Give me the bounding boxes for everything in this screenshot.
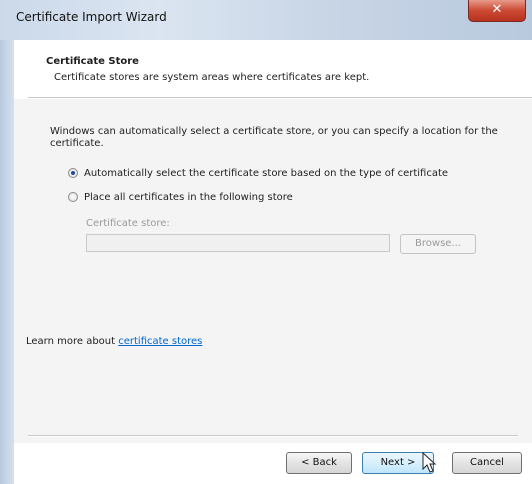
certificate-stores-link[interactable]: certificate stores — [118, 336, 202, 347]
footer-divider — [28, 435, 518, 437]
certificate-store-label: Certificate store: — [86, 218, 170, 229]
window-title: Certificate Import Wizard — [16, 10, 167, 24]
close-icon: ✕ — [491, 2, 503, 17]
cancel-button[interactable]: Cancel — [452, 452, 522, 474]
place-in-store-label: Place all certificates in the following … — [84, 191, 293, 203]
intro-text: Windows can automatically select a certi… — [50, 126, 498, 149]
learn-more-text: Learn more about certificate stores — [26, 336, 202, 347]
wizard-content: Certificate Store Certificate stores are… — [14, 40, 532, 484]
learn-more-prefix: Learn more about — [26, 336, 119, 347]
radio-unchecked-icon[interactable] — [68, 192, 78, 202]
window-frame — [0, 40, 14, 484]
auto-select-label: Automatically select the certificate sto… — [84, 167, 449, 179]
radio-checked-icon[interactable] — [68, 168, 78, 178]
wizard-body — [14, 99, 532, 443]
wizard-header: Certificate Store Certificate stores are… — [14, 40, 532, 96]
mouse-cursor-icon — [422, 452, 437, 473]
certificate-store-field — [86, 234, 390, 252]
wizard-window: Certificate Import Wizard ✕ Certificate … — [0, 0, 532, 484]
close-button[interactable]: ✕ — [468, 0, 526, 22]
browse-button: Browse... — [400, 234, 476, 254]
title-bar[interactable]: Certificate Import Wizard ✕ — [0, 0, 532, 41]
back-button[interactable]: < Back — [286, 452, 352, 474]
auto-select-option[interactable]: Automatically select the certificate sto… — [68, 166, 448, 180]
place-in-store-option[interactable]: Place all certificates in the following … — [68, 190, 293, 204]
page-subtitle: Certificate stores are system areas wher… — [54, 72, 370, 83]
page-title: Certificate Store — [46, 56, 139, 67]
